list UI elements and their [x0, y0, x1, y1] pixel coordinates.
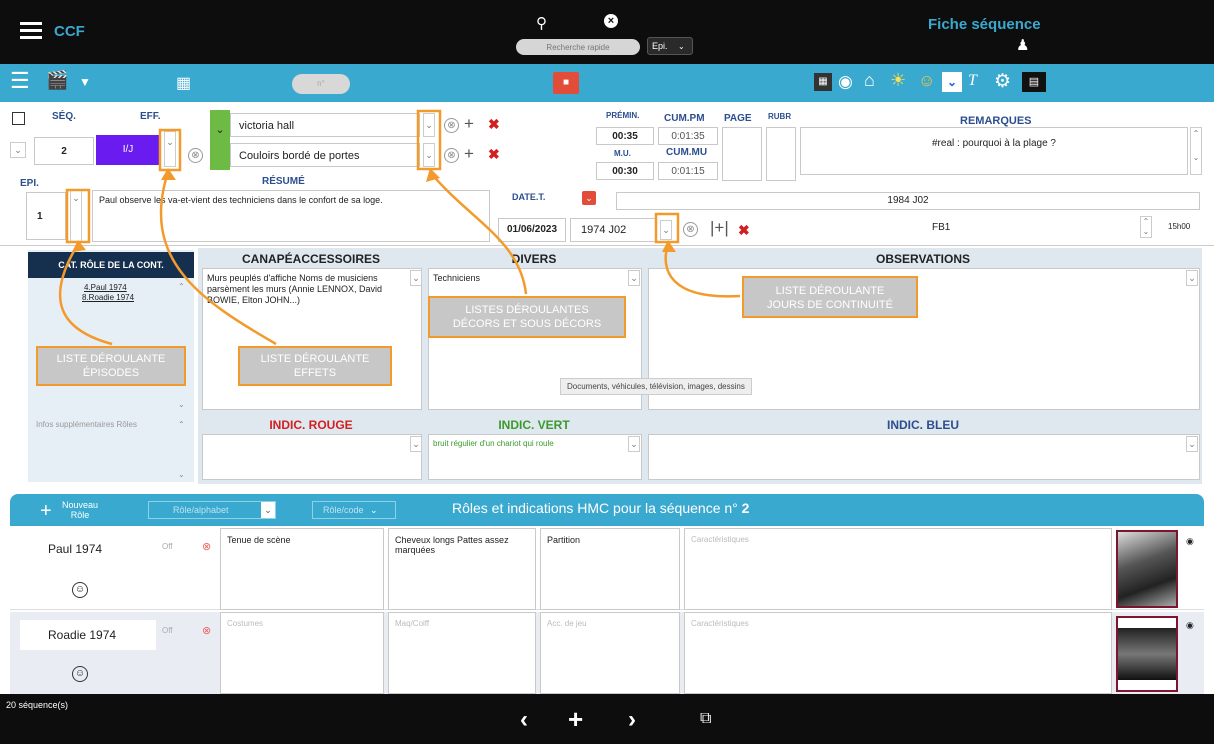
annotation-episodes: LISTE DÉROULANTE ÉPISODES [36, 346, 186, 386]
costume-text: Tenue de scène [227, 535, 291, 545]
costume-field[interactable]: Tenue de scène [220, 528, 384, 610]
highlight-jour-dropdown [654, 212, 680, 244]
chevron-down-icon: ⌄ [261, 502, 275, 518]
highlight-decor-dropdown [416, 109, 442, 171]
acc-field[interactable]: Partition [540, 528, 680, 610]
role-off[interactable]: Off [162, 542, 173, 551]
hmc-title-text: Rôles et indications HMC pour la séquenc… [452, 500, 738, 516]
arrow-jours [664, 243, 741, 298]
carac-text: Caractéristiques [691, 619, 749, 628]
avatar-icon: ☺ [72, 582, 88, 598]
photo-radio-icon[interactable]: ◉ [1186, 536, 1194, 547]
arrow-decors [429, 171, 528, 295]
arrow-effets [159, 171, 277, 346]
add-role-label: Nouveau Rôle [61, 500, 99, 520]
maq-field[interactable]: Maq/Coiff [388, 612, 536, 694]
photo-radio-icon[interactable]: ◉ [1186, 620, 1194, 631]
acc-text: Partition [547, 535, 581, 545]
arrow-episodes [58, 243, 113, 346]
annotation-effets: LISTE DÉROULANTE EFFETS [238, 346, 392, 386]
carac-field[interactable]: Caractéristiques [684, 528, 1112, 610]
annotation-decors: LISTES DÉROULANTES DÉCORS ET SOUS DÉCORS [428, 296, 626, 338]
role-photo[interactable] [1116, 530, 1178, 608]
maq-text: Cheveux longs Pattes assez marquées [395, 535, 509, 555]
highlight-epi-dropdown [65, 188, 91, 244]
role-alphabet-label: Rôle/alphabet [173, 505, 229, 515]
add-icon[interactable]: + [568, 704, 583, 735]
role-name: Roadie 1974 [48, 628, 117, 642]
hmc-title: Rôles et indications HMC pour la séquenc… [452, 500, 749, 516]
maq-field[interactable]: Cheveux longs Pattes assez marquées [388, 528, 536, 610]
acc-field[interactable]: Acc. de jeu [540, 612, 680, 694]
role-code-label: Rôle/code [323, 505, 364, 515]
maq-text: Maq/Coiff [395, 619, 430, 628]
previous-icon[interactable]: ‹ [520, 706, 528, 734]
costume-text: Costumes [227, 619, 264, 628]
role-name: Paul 1974 [48, 542, 103, 556]
role-photo[interactable] [1116, 616, 1178, 692]
annotation-jours: LISTE DÉROULANTE JOURS DE CONTINUITÉ [742, 276, 918, 318]
hmc-title-number: 2 [741, 500, 750, 516]
bottom-bar: 20 séquence(s) ‹ + › ⧉ [0, 694, 1214, 744]
highlight-eff-dropdown [158, 128, 182, 172]
role-clear-icon[interactable]: ⊗ [202, 624, 211, 637]
role-alphabet-select[interactable]: Rôle/alphabet ⌄ [148, 501, 276, 519]
carac-text: Caractéristiques [691, 535, 749, 544]
costume-field[interactable]: Costumes [220, 612, 384, 694]
plus-icon: + [40, 500, 52, 522]
hmc-row-2: Roadie 1974 Off ⊗ ☺ Costumes Maq/Coiff A… [10, 612, 1204, 694]
duplicate-icon[interactable]: ⧉ [700, 710, 711, 728]
next-icon[interactable]: › [628, 706, 636, 734]
role-off[interactable]: Off [162, 626, 173, 635]
sequence-count: 20 séquence(s) [6, 700, 69, 710]
acc-text: Acc. de jeu [547, 619, 587, 628]
role-clear-icon[interactable]: ⊗ [202, 540, 211, 553]
hmc-row-1: Paul 1974 Off ⊗ ☺ Tenue de scène Cheveux… [10, 528, 1204, 610]
carac-field[interactable]: Caractéristiques [684, 612, 1112, 694]
role-code-select[interactable]: Rôle/code ⌄ [312, 501, 396, 519]
avatar-icon: ☺ [72, 666, 88, 682]
chevron-down-icon: ⌄ [370, 505, 378, 515]
